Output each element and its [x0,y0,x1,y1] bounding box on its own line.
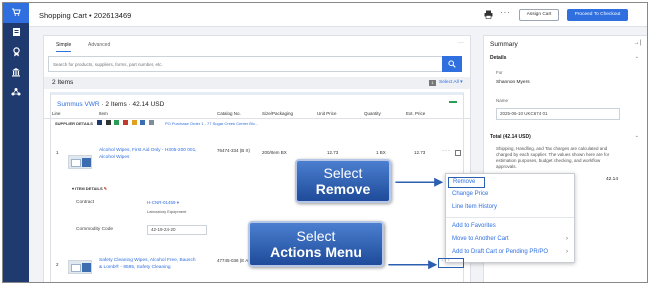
network-nav-icon[interactable] [3,83,29,103]
col-unit-price: Unit Price [317,111,337,116]
tab-advanced[interactable]: Advanced [88,42,110,48]
commodity-label: Commodity Code [76,227,114,232]
menu-separator [446,217,574,218]
row-1-size: 200/Item BX [262,150,287,155]
col-size: Size/Packaging [262,111,294,116]
left-sidebar [3,3,29,282]
row-1-unit-price: 12.73 [327,150,339,155]
supplier-collapse-icon[interactable] [449,101,457,103]
details-chevron-icon[interactable]: ⌄ [635,54,639,60]
row-1-checkbox[interactable] [455,150,461,156]
page-title: Shopping Cart • 202613469 [39,11,132,20]
menu-add-to-favorites[interactable]: Add to Favorites [446,220,574,232]
menu-line-item-history[interactable]: Line Item History [446,201,574,213]
star-icon[interactable] [131,120,137,125]
search-bar [48,56,462,72]
table-header: Line Item Catalog No. Size/Packaging Uni… [44,109,470,119]
supplier-details-row: SUPPLIER DETAILS PO Purchase Order 1 - 7… [55,119,459,129]
summary-title: Summary [490,41,518,48]
purchase-order-link[interactable]: PO Purchase Order 1 - 77 Sugar Creek Cen… [165,121,258,126]
tabs-more-icon[interactable]: ··· [458,40,464,46]
print-icon[interactable] [484,10,493,21]
callout-select-actions-menu: Select Actions Menu [248,221,384,267]
menu-move-to-another-cart[interactable]: Move to Another Cart › [446,233,574,245]
bank-nav-icon[interactable] [3,63,29,83]
items-count: 2 Items [52,79,74,86]
col-item: Item [99,111,108,116]
select-all-count-badge: 1 [429,80,436,86]
award-nav-icon[interactable] [3,43,29,63]
menu-add-to-draft-cart[interactable]: Add to Draft Cart or Pending PR/PO › [446,246,574,258]
flag-icon[interactable] [123,120,129,125]
total-amount: 42.14 [606,177,619,182]
search-icon [448,60,456,68]
row-1-item-link[interactable]: Alcohol Wipes, First Aid Only - H305-200… [99,148,199,161]
details-section-title: Details [490,55,507,61]
menu-change-price[interactable]: Change Price [446,188,574,200]
supplier-icons [97,120,156,126]
col-ext-price: Ext. Price [406,111,426,116]
row-1-catalog: 76474-334 (B X) [217,148,251,153]
row-1-product-image[interactable] [68,155,92,169]
row-2-actions-icon[interactable]: ··· [441,257,451,264]
callout-select-remove: Select Remove [295,159,391,203]
total-section-title: Total (42.14 USD) [490,134,531,140]
submenu-arrow-icon: › [566,249,568,255]
supplier-name-link[interactable]: Summus VWR [57,101,100,108]
app-frame: Shopping Cart • 202613469 ··· Assign Car… [2,2,648,283]
more-options-icon[interactable]: ··· [500,8,511,17]
phone-icon[interactable] [105,120,111,125]
row-actions-menu: Remove Change Price Line Item History Ad… [445,173,575,263]
for-value: Shannon Myers [496,80,530,85]
contract-dropdown[interactable]: H-CNR-01459 ▾ [147,200,179,206]
row-1-actions-icon[interactable]: ··· [442,148,451,154]
dollar-icon[interactable] [114,120,120,125]
row-1-ext-price: 12.73 [414,150,426,155]
submenu-arrow-icon: › [566,236,568,242]
total-explanation: Shipping, Handling, and Tax charges are … [496,146,610,169]
proceed-to-checkout-button[interactable]: Proceed To Checkout [567,9,628,21]
assign-cart-button[interactable]: Assign Cart [519,9,559,21]
row-2-product-image[interactable] [68,260,92,274]
name-label: Name [496,98,509,103]
total-chevron-icon[interactable]: ⌄ [635,133,639,139]
col-quantity: Quantity [364,111,381,116]
search-input[interactable] [49,57,439,71]
truck-icon[interactable] [140,120,146,125]
menu-remove[interactable]: Remove [448,177,485,188]
contract-sub: Laboratory Equipment [147,209,187,214]
cart-nav-icon[interactable] [3,3,29,23]
actions-menu-highlight: ··· [438,257,464,268]
info-icon[interactable] [97,120,102,125]
row-1-quantity[interactable]: 1 BX [376,150,386,155]
row-2-line: 2 [56,262,59,267]
col-catalog: Catalog No. [217,111,241,116]
select-all-dropdown[interactable]: Select All ▾ [439,80,462,85]
supplier-details-label: SUPPLIER DETAILS [55,121,93,126]
item-details-toggle[interactable]: ▾ ITEM DETAILS ✎ [72,186,107,191]
items-header: 2 Items 1 Select All ▾ [44,77,470,89]
top-bar: Shopping Cart • 202613469 ··· Assign Car… [29,3,647,27]
row-1-line: 1 [56,150,59,155]
col-line: Line [52,111,61,116]
supplier-title: Summus VWR · 2 Items · 42.14 USD [57,101,165,108]
commodity-code-input[interactable]: 42-19-24-20 [147,225,207,235]
cart-name-input[interactable]: 2025-06-10 UKC674 01 [496,108,620,120]
row-2-item-link[interactable]: Safety Cleaning Wipes, Alcohol Free, Bau… [99,258,199,271]
for-label: For [496,70,503,75]
tab-simple[interactable]: Simple [56,42,72,52]
documents-nav-icon[interactable] [3,23,29,43]
contract-icon[interactable] [149,120,155,125]
row-2-catalog: 47745-036 (E A) [217,258,250,263]
collapse-panel-icon[interactable]: →| [633,40,641,46]
search-button[interactable] [442,56,462,72]
contract-label: Contract [76,200,95,205]
